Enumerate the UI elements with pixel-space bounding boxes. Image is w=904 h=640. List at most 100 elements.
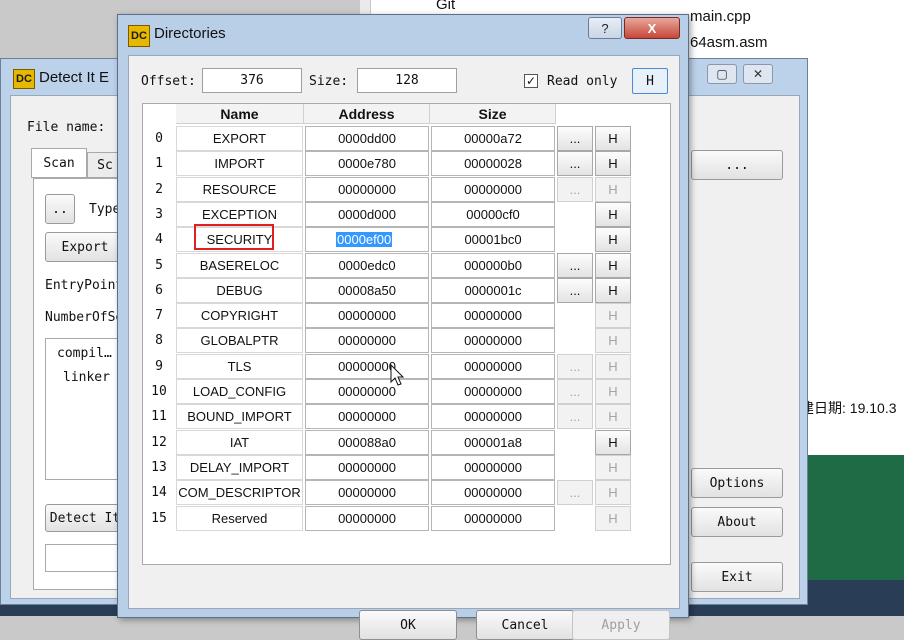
row-address-cell[interactable]: 00000000 xyxy=(305,454,429,480)
row-name-cell[interactable]: RESOURCE xyxy=(176,176,303,202)
row-dots-button[interactable]: ... xyxy=(557,126,593,151)
row-size-cell[interactable]: 00000000 xyxy=(431,379,555,404)
row-dots-button[interactable]: ... xyxy=(557,252,593,278)
export-button[interactable]: Export xyxy=(45,232,125,262)
row-h-button[interactable]: H xyxy=(595,151,631,177)
row-address-cell[interactable]: 00000000 xyxy=(305,480,429,506)
row-dots-button[interactable]: ... xyxy=(557,379,593,404)
cancel-button[interactable]: Cancel xyxy=(476,610,574,640)
row-name-cell[interactable]: EXPORT xyxy=(176,126,303,151)
row-address-cell[interactable]: 0000ef00 xyxy=(305,227,429,253)
ok-button[interactable]: OK xyxy=(359,610,457,640)
row-size-cell[interactable]: 00000a72 xyxy=(431,126,555,151)
row-h-button[interactable]: H xyxy=(595,429,631,455)
row-name-cell[interactable]: IMPORT xyxy=(176,151,303,177)
list-item[interactable]: compil… xyxy=(57,346,112,361)
apply-button[interactable]: Apply xyxy=(572,610,670,640)
file-main-cpp[interactable]: main.cpp xyxy=(690,8,751,25)
row-dots-button[interactable]: ... xyxy=(557,480,593,506)
row-name-cell[interactable]: COPYRIGHT xyxy=(176,303,303,329)
row-size-cell[interactable]: 00000000 xyxy=(431,505,555,531)
h-button[interactable]: H xyxy=(632,68,668,94)
row-size-cell[interactable]: 0000001c xyxy=(431,277,555,303)
row-h-button[interactable]: H xyxy=(595,252,631,278)
row-address-cell[interactable]: 00000000 xyxy=(305,176,429,202)
row-h-button[interactable]: H xyxy=(595,480,631,506)
row-h-button[interactable]: H xyxy=(595,379,631,404)
row-size-cell[interactable]: 00000000 xyxy=(431,176,555,202)
about-button[interactable]: About xyxy=(691,507,783,537)
detect-button[interactable]: Detect It xyxy=(45,504,125,532)
row-name-cell[interactable]: Reserved xyxy=(176,505,303,531)
row-name-cell[interactable]: DELAY_IMPORT xyxy=(176,454,303,480)
column-header-address: Address xyxy=(304,104,430,124)
row-h-button[interactable]: H xyxy=(595,303,631,329)
row-h-button[interactable]: H xyxy=(595,505,631,531)
row-index: 1 xyxy=(155,156,163,172)
file-git[interactable]: Git xyxy=(436,0,455,13)
row-address-cell[interactable]: 0000dd00 xyxy=(305,126,429,151)
row-name-cell[interactable]: COM_DESCRIPTOR xyxy=(176,480,303,506)
row-h-button[interactable]: H xyxy=(595,201,631,227)
browse-button[interactable]: .. xyxy=(45,194,75,224)
offset-field[interactable]: 376 xyxy=(202,68,302,93)
tab-scan[interactable]: Scan xyxy=(31,148,87,178)
help-button[interactable]: ? xyxy=(588,17,622,39)
maximize-icon[interactable]: ▢ xyxy=(707,64,737,84)
row-size-cell[interactable]: 00000000 xyxy=(431,454,555,480)
selected-address-text[interactable]: 0000ef00 xyxy=(336,232,393,248)
row-size-cell[interactable]: 00000000 xyxy=(431,353,555,379)
size-field[interactable]: 128 xyxy=(357,68,457,93)
row-dots-button[interactable]: ... xyxy=(557,404,593,430)
row-address-cell[interactable]: 000088a0 xyxy=(305,429,429,455)
row-size-cell[interactable]: 00000000 xyxy=(431,328,555,354)
row-address-cell[interactable]: 0000d000 xyxy=(305,201,429,227)
row-h-button[interactable]: H xyxy=(595,176,631,202)
row-h-button[interactable]: H xyxy=(595,328,631,354)
exit-button[interactable]: Exit xyxy=(691,562,783,592)
more-button[interactable]: ... xyxy=(691,150,783,180)
row-address-cell[interactable]: 0000edc0 xyxy=(305,252,429,278)
row-dots-button[interactable]: ... xyxy=(557,176,593,202)
row-name-cell[interactable]: DEBUG xyxy=(176,277,303,303)
row-name-cell[interactable]: BASERELOC xyxy=(176,252,303,278)
row-dots-button[interactable]: ... xyxy=(557,353,593,379)
row-name-cell[interactable]: GLOBALPTR xyxy=(176,328,303,354)
row-h-button[interactable]: H xyxy=(595,353,631,379)
row-size-cell[interactable]: 00000028 xyxy=(431,151,555,177)
close-button[interactable]: X xyxy=(624,17,680,39)
options-button[interactable]: Options xyxy=(691,468,783,498)
row-address-cell[interactable]: 00000000 xyxy=(305,404,429,430)
row-address-cell[interactable]: 00000000 xyxy=(305,505,429,531)
row-h-button[interactable]: H xyxy=(595,404,631,430)
row-h-button[interactable]: H xyxy=(595,454,631,480)
row-address-cell[interactable]: 00000000 xyxy=(305,379,429,404)
row-h-button[interactable]: H xyxy=(595,126,631,151)
row-size-cell[interactable]: 00000cf0 xyxy=(431,201,555,227)
row-size-cell[interactable]: 00000000 xyxy=(431,303,555,329)
row-size-cell[interactable]: 00000000 xyxy=(431,404,555,430)
row-address-cell[interactable]: 00000000 xyxy=(305,328,429,354)
row-name-cell[interactable]: BOUND_IMPORT xyxy=(176,404,303,430)
row-size-cell[interactable]: 00001bc0 xyxy=(431,227,555,253)
row-size-cell[interactable]: 00000000 xyxy=(431,480,555,506)
row-dots-button[interactable]: ... xyxy=(557,151,593,177)
row-h-button[interactable]: H xyxy=(595,227,631,253)
row-name-cell[interactable]: TLS xyxy=(176,353,303,379)
row-h-button[interactable]: H xyxy=(595,277,631,303)
row-address-cell[interactable]: 00000000 xyxy=(305,303,429,329)
row-name-cell[interactable]: IAT xyxy=(176,429,303,455)
close-icon[interactable]: ✕ xyxy=(743,64,773,84)
row-size-cell[interactable]: 000001a8 xyxy=(431,429,555,455)
row-address-cell[interactable]: 0000e780 xyxy=(305,151,429,177)
readonly-checkbox[interactable]: ✓ xyxy=(524,74,538,88)
row-dots-button xyxy=(557,328,593,353)
row-address-cell[interactable]: 00008a50 xyxy=(305,277,429,303)
row-size-cell[interactable]: 000000b0 xyxy=(431,252,555,278)
row-dots-button[interactable]: ... xyxy=(557,277,593,303)
row-address-cell[interactable]: 00000000 xyxy=(305,353,429,379)
list-item[interactable]: linker xyxy=(63,370,110,385)
file-64asm[interactable]: 64asm.asm xyxy=(690,34,768,51)
row-index: 4 xyxy=(155,232,163,248)
row-name-cell[interactable]: LOAD_CONFIG xyxy=(176,379,303,404)
